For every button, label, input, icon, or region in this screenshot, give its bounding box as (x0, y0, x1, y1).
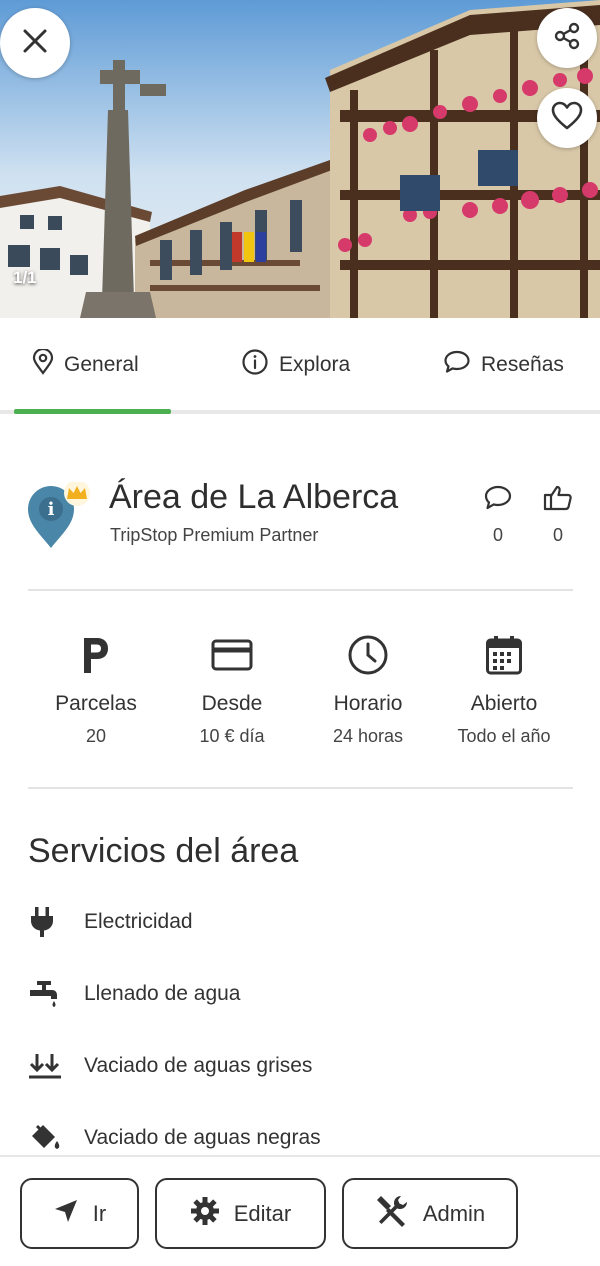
services-title: Servicios del área (28, 832, 299, 870)
area-title: Área de La Alberca (109, 478, 399, 516)
admin-button-label: Admin (422, 1200, 486, 1226)
share-button[interactable] (537, 8, 597, 68)
info-label: Abierto (470, 692, 538, 715)
comments-stat[interactable]: 0 (478, 484, 518, 546)
heart-outline-icon (551, 101, 583, 136)
partner-subtitle: TripStop Premium Partner (110, 525, 319, 545)
tab-general[interactable]: General (32, 347, 139, 382)
info-circle-icon (241, 348, 269, 382)
download-arrows-icon (28, 1052, 84, 1080)
go-button-label: Ir (92, 1200, 107, 1226)
info-label: Desde (201, 692, 263, 715)
comment-icon (483, 485, 513, 516)
hero-image: 1/1 (0, 0, 600, 318)
share-icon (552, 21, 582, 56)
edit-button[interactable]: Editar (155, 1178, 326, 1249)
plug-icon (28, 906, 84, 938)
info-label: Horario (333, 692, 403, 715)
service-label: Electricidad (84, 910, 193, 933)
clock-icon (298, 632, 438, 678)
divider (28, 787, 573, 789)
info-value: 20 (85, 726, 107, 746)
tab-general-label: General (64, 353, 139, 376)
service-label: Vaciado de aguas grises (84, 1054, 313, 1077)
paint-bucket-icon (28, 1122, 84, 1154)
service-label: Llenado de agua (84, 982, 241, 1005)
close-button[interactable] (0, 8, 70, 78)
calendar-icon (434, 632, 574, 678)
likes-stat[interactable]: 0 (538, 484, 578, 546)
divider (28, 589, 573, 591)
water-tap-icon (28, 979, 84, 1009)
thumbs-up-icon (542, 485, 574, 516)
tab-explora-label: Explora (279, 353, 351, 376)
info-label: Parcelas (55, 692, 137, 715)
close-icon (22, 28, 48, 59)
info-horario: Horario 24 horas (298, 632, 438, 747)
area-pin-icon: i (26, 480, 96, 557)
location-pin-icon (32, 347, 54, 381)
tab-explora[interactable]: Explora (241, 348, 350, 382)
edit-button-label: Editar (233, 1200, 292, 1226)
info-abierto: Abierto Todo el año (434, 632, 574, 747)
tab-bar: General Explora Reseñas (0, 318, 600, 414)
likes-count: 0 (552, 525, 563, 545)
service-label: Vaciado de aguas negras (84, 1126, 321, 1149)
info-parcelas: Parcelas 20 (26, 632, 166, 747)
credit-card-icon (162, 632, 302, 678)
parking-icon (26, 632, 166, 678)
service-item: Llenado de agua (28, 974, 241, 1014)
info-desde: Desde 10 € día (162, 632, 302, 747)
comments-count: 0 (492, 525, 503, 545)
action-bar: Ir Editar Admin (0, 1155, 600, 1266)
info-value: Todo el año (457, 726, 551, 746)
svg-text:i: i (48, 499, 55, 520)
service-item: Vaciado de aguas negras (28, 1118, 321, 1158)
service-item: Electricidad (28, 902, 193, 942)
tab-resenas-label: Reseñas (481, 353, 564, 376)
info-value: 24 horas (332, 726, 404, 746)
chat-bubble-icon (443, 349, 471, 381)
village-square-photo (0, 0, 600, 318)
tools-icon (375, 1194, 409, 1234)
image-counter: 1/1 (13, 268, 37, 287)
admin-button[interactable]: Admin (342, 1178, 518, 1249)
go-button[interactable]: Ir (20, 1178, 139, 1249)
gear-icon (190, 1196, 220, 1232)
info-value: 10 € día (199, 726, 265, 746)
active-tab-indicator (14, 409, 171, 414)
navigation-arrow-icon (53, 1198, 79, 1230)
favorite-button[interactable] (537, 88, 597, 148)
tab-resenas[interactable]: Reseñas (443, 348, 564, 382)
service-item: Vaciado de aguas grises (28, 1046, 312, 1086)
